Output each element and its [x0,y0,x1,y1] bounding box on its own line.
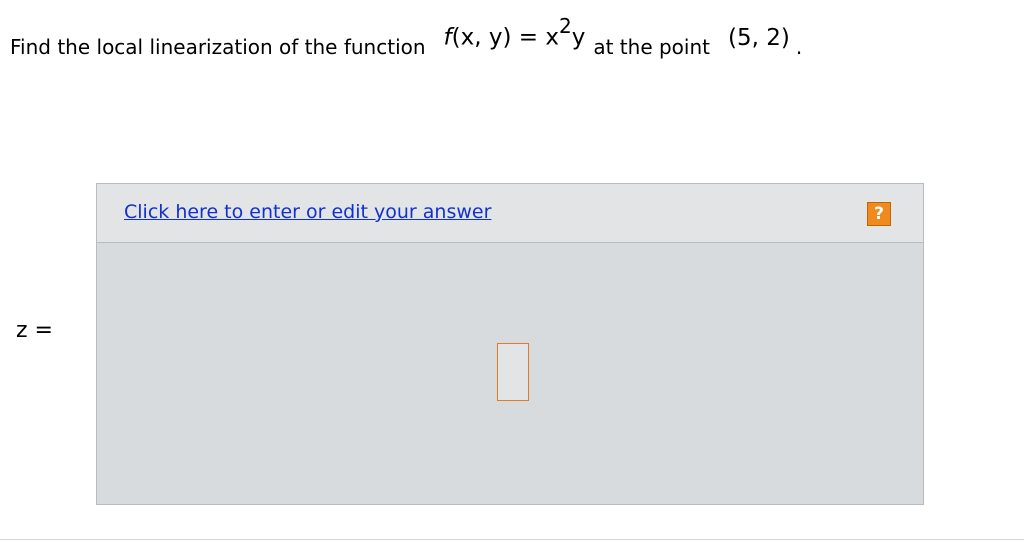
function-name: f [443,24,452,51]
function-args: (x, y) [451,24,512,51]
function-factor: y [571,24,586,51]
answer-variable-label: z = [16,318,53,343]
answer-input-slot[interactable] [497,343,529,401]
answer-box[interactable]: Click here to enter or edit your answer … [96,183,924,505]
question-period: . [795,34,803,59]
function-base: x [545,24,559,51]
help-icon[interactable]: ? [867,202,891,226]
question-prefix: Find the local linearization of the func… [10,34,426,59]
bottom-divider [0,539,1024,540]
function-expression: f(x, y) = x2y [443,14,586,51]
function-exponent: 2 [558,14,572,38]
question-middle: at the point [593,34,710,59]
edit-answer-link[interactable]: Click here to enter or edit your answer [124,201,491,223]
equals-sign: = [511,24,546,51]
question-text: Find the local linearization of the func… [10,14,803,60]
answer-header: Click here to enter or edit your answer … [97,184,923,243]
point-value: (5, 2) [727,24,790,51]
